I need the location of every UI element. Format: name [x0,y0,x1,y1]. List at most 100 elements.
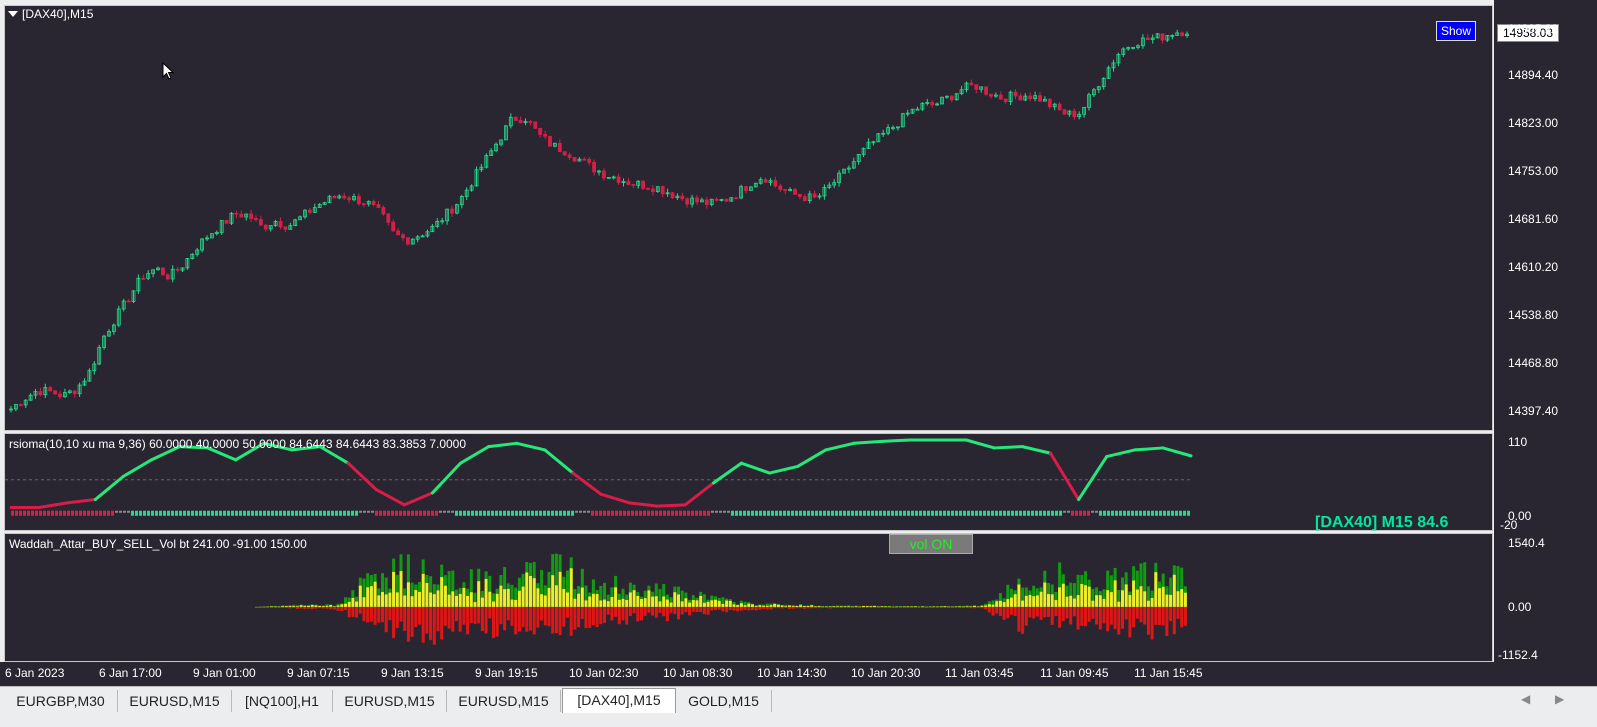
rsi-signal-dot [1143,510,1146,516]
candle-body [587,159,592,163]
tab-eurusd-m15[interactable]: EURUSD,M15 [333,690,447,712]
candle-body [989,93,993,97]
vol-bar-down [950,606,954,608]
candle-body [538,127,543,135]
rsi-signal-dot [491,510,494,516]
vol-bar-mid [466,596,470,607]
vol-bar-mid [1035,595,1039,607]
dropdown-triangle-icon[interactable] [8,11,18,17]
vol-bar-down [828,606,832,609]
rsi-signal-dot [683,510,686,516]
vol-bar-mid [480,597,484,607]
vol-bar-down [573,606,577,630]
rsi-signal-dot [999,510,1002,516]
price-tick: 14965.20 [1508,22,1559,36]
rsi-signal-dot [975,510,978,516]
candle-body [48,387,53,392]
rsi-signal-dot [79,510,82,516]
vol-bar-down [621,606,625,621]
vol-bar-mid [381,591,384,607]
vol-bar-mid [366,587,370,607]
rsi-signal-dot [979,510,982,516]
time-label: 10 Jan 08:30 [663,666,733,680]
rsi-signal-dot [123,510,126,513]
main-chart-pane[interactable] [4,5,1493,431]
vol-bar-down [1095,606,1099,625]
vol-bar-down [273,606,277,608]
rsi-signal-dot [67,510,70,516]
rsi-signal-dot [563,510,566,516]
vol-bar-mid [810,605,814,607]
candle-body [670,192,675,199]
rsi-line-segment [599,492,631,505]
vol-bar-down [1161,606,1165,626]
vol-bar-down [802,606,806,609]
rsi-signal-dot [39,510,42,516]
rsi-signal-dot [1139,510,1142,516]
tab-dax40-m15[interactable]: [DAX40],M15 [562,688,676,713]
candle-body [239,213,244,218]
rsi-signal-dot [811,510,814,516]
tab-eurusd-m15[interactable]: EURUSD,M15 [118,690,232,712]
vol-bar-mid [377,595,381,607]
vol-on-button[interactable]: vol ON [889,534,973,554]
candle-body [371,200,376,205]
vol-bar-down [699,606,703,612]
vol-bar-mid [776,604,780,607]
tab-gold-m15[interactable]: GOLD,M15 [676,690,772,712]
vol-bar-mid [584,600,588,607]
tab-eurusd-m15[interactable]: EURUSD,M15 [447,690,561,712]
vol-bar-down [717,606,721,610]
candle-body [812,193,817,198]
vol-bar-down [436,606,440,632]
vol-bar-down [917,606,921,608]
rsi-signal-dot [99,510,102,516]
vol-bar-down [1002,606,1006,620]
rsi-signal-dot [423,510,426,516]
vol-tick: 0.00 [1508,600,1532,614]
candlestick-chart[interactable] [5,6,1493,431]
vol-bar-down [947,606,951,608]
vol-bar-down [643,606,647,616]
rsi-signal-dot [203,510,206,516]
rsi-signal-dot [1167,510,1170,516]
rsi-signal-dot [711,510,714,513]
vol-bar-down [329,606,333,610]
rsi-signal-dot [75,510,78,516]
vol-bar-down [810,606,814,609]
tab-nq100-h1[interactable]: [NQ100],H1 [232,690,333,712]
rsi-signal-dot [19,510,22,516]
vol-bar-mid [303,605,307,607]
rsi-signal-dot [267,510,270,516]
show-button[interactable]: Show [1436,21,1476,41]
waddah-volume-pane[interactable] [4,533,1493,662]
vol-bar-mid [706,601,710,607]
vol-bar-down [484,606,488,634]
vol-bar-down [399,606,403,622]
arrow-left-icon[interactable]: ◀ [1521,692,1530,706]
rsi-line-segment [402,491,434,507]
vol-bar-mid [599,600,603,607]
vol-bar-down [640,606,643,621]
rsi-signal-dot [151,510,154,516]
rsi-signal-dot [187,510,190,516]
arrow-right-icon[interactable]: ▶ [1555,692,1564,706]
rsi-signal-dot [259,510,262,516]
vol-bar-down [751,606,754,611]
vol-bar-down [1132,606,1136,628]
rsi-signal-dot [759,510,762,516]
vol-bar-down [299,606,303,609]
rsi-signal-dot [1095,510,1098,513]
candle-body [258,219,263,226]
rsi-signal-dot [1155,510,1158,516]
rsi-signal-dot [355,510,358,516]
vol-bar-down [429,606,433,641]
vol-bar-down [307,606,310,609]
candle-body [405,237,410,245]
rsi-signal-dot [963,510,966,516]
rsi-signal-dot [1043,510,1046,516]
rsi-signal-dot [199,510,202,516]
candle-body [450,208,454,214]
rsi-signal-dot [383,510,386,516]
tab-eurgbp-m30[interactable]: EURGBP,M30 [4,690,118,712]
